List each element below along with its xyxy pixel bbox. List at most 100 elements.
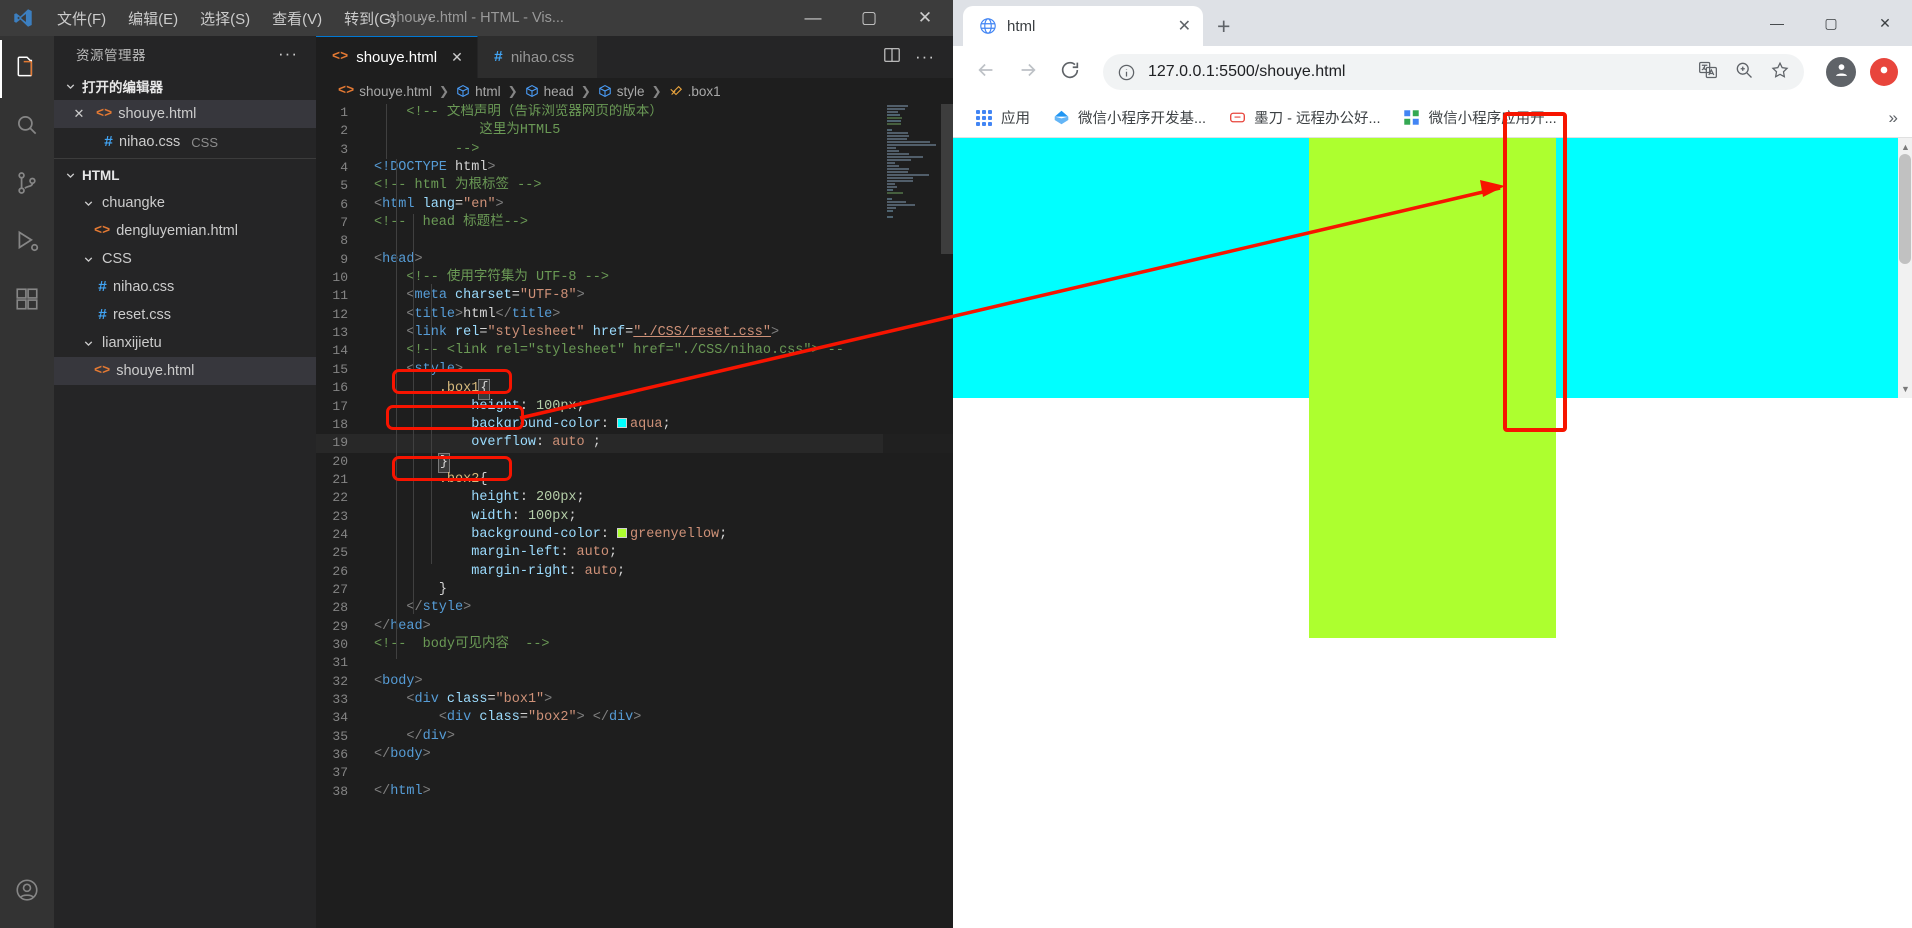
tab-shouye-html[interactable]: <> shouye.html ✕ [316,36,478,78]
code-line[interactable]: 6 <html lang="en"> [316,196,953,214]
line-text[interactable]: .box2{ [374,471,953,489]
chrome-tab-html[interactable]: html ✕ [963,6,1203,46]
split-editor-icon[interactable] [883,46,901,69]
code-line[interactable]: 26 margin-right: auto; [316,563,953,581]
line-text[interactable]: <div class="box1"> [374,691,953,709]
code-content[interactable]: 1 <!-- 文档声明（告诉浏览器网页的版本） 2 这里为HTML5 3 --> 4 <… [316,104,953,801]
bookmark-modao[interactable]: 墨刀 - 远程办公好... [1220,102,1388,133]
tree-file-reset-css[interactable]: # reset.css [54,301,316,329]
code-line[interactable]: 12 <title>html</title> [316,306,953,324]
breadcrumb-head[interactable]: head [544,84,574,99]
line-text[interactable]: } [374,452,953,473]
line-text[interactable] [374,654,953,672]
line-text[interactable]: </body> [374,746,953,764]
tree-file-dengluyemian-html[interactable]: <> dengluyemian.html [54,217,316,245]
bookmark-wechat-app[interactable]: 微信小程序应用开... [1395,102,1565,133]
line-text[interactable]: background-color: aqua; [374,416,953,434]
code-editor[interactable]: 1 <!-- 文档声明（告诉浏览器网页的版本） 2 这里为HTML5 3 --> 4 <… [316,104,953,928]
line-text[interactable]: --> [374,141,953,159]
open-editor-nihao-css[interactable]: # nihao.css CSS [54,128,316,156]
tree-folder-lianxijietu[interactable]: lianxijietu [54,329,316,357]
tree-folder-css[interactable]: CSS [54,245,316,273]
code-line[interactable]: 2 这里为HTML5 [316,122,953,140]
line-text[interactable]: </head> [374,618,953,636]
menu-file[interactable]: 文件(F) [46,5,117,32]
back-button[interactable] [967,53,1005,91]
tree-file-shouye-html[interactable]: <> shouye.html [54,357,316,385]
vscode-close-button[interactable]: ✕ [897,0,953,36]
line-text[interactable]: 这里为HTML5 [374,122,953,140]
code-line[interactable]: 28 </style> [316,599,953,617]
extension-button[interactable] [1870,58,1898,86]
line-text[interactable]: <meta charset="UTF-8"> [374,287,953,305]
reload-button[interactable] [1051,53,1089,91]
menu-selection[interactable]: 选择(S) [189,5,261,32]
line-text[interactable]: <!-- <link rel="stylesheet" href="./CSS/… [374,342,953,360]
code-line[interactable]: 30 <!-- body可见内容 --> [316,636,953,654]
tree-folder-chuangke[interactable]: chuangke [54,189,316,217]
code-line[interactable]: 15 <style> [316,361,953,379]
line-text[interactable]: overflow: auto ; [374,434,953,452]
translate-icon[interactable] [1698,60,1718,85]
close-icon[interactable]: ✕ [1178,16,1191,36]
page-scrollbar-thumb[interactable] [1899,154,1911,264]
line-text[interactable]: <style> [374,361,953,379]
breadcrumb-style[interactable]: style [617,84,645,99]
scroll-up-arrow-icon[interactable]: ▲ [1901,142,1910,152]
new-tab-button[interactable]: + [1217,13,1230,40]
menu-more[interactable]: ··· [407,7,444,30]
page-scrollbar[interactable]: ▲ ▼ [1898,138,1912,398]
vscode-menubar[interactable]: 文件(F) 编辑(E) 选择(S) 查看(V) 转到(G) ··· [46,5,444,32]
activitybar-source-control[interactable] [0,156,54,214]
code-line[interactable]: 23 width: 100px; [316,508,953,526]
code-line[interactable]: 13 <link rel="stylesheet" href="./CSS/re… [316,324,953,342]
code-line[interactable]: 37 [316,764,953,782]
page-viewport[interactable]: ▲ ▼ [953,138,1912,928]
line-text[interactable]: </html> [374,783,953,801]
open-editor-shouye-html[interactable]: ✕ <> shouye.html [54,100,316,128]
line-text[interactable]: </style> [374,599,953,617]
close-icon[interactable]: ✕ [451,49,463,66]
line-text[interactable]: width: 100px; [374,508,953,526]
code-line[interactable]: 31 [316,654,953,672]
line-text[interactable]: <!-- head 标题栏--> [374,214,953,232]
url-text[interactable]: 127.0.0.1:5500/shouye.html [1148,63,1345,81]
line-text[interactable]: <body> [374,673,953,691]
tab-nihao-css[interactable]: # nihao.css [477,36,598,78]
vscode-maximize-button[interactable]: ▢ [841,0,897,36]
code-line[interactable]: 25 margin-left: auto; [316,544,953,562]
line-text[interactable]: margin-right: auto; [374,563,953,581]
code-line[interactable]: 22 height: 200px; [316,489,953,507]
chrome-close-button[interactable]: ✕ [1858,0,1912,46]
section-open-editors[interactable]: 打开的编辑器 [54,72,316,100]
code-line[interactable]: 10 <!-- 使用字符集为 UTF-8 --> [316,269,953,287]
code-line[interactable]: 11 <meta charset="UTF-8"> [316,287,953,305]
code-line[interactable]: 19 overflow: auto ; [316,434,953,453]
menu-edit[interactable]: 编辑(E) [117,5,189,32]
line-text[interactable]: </div> [374,728,953,746]
chrome-minimize-button[interactable]: — [1750,0,1804,46]
code-line[interactable]: 21 .box2{ [316,471,953,489]
breadcrumb-box1[interactable]: .box1 [688,84,721,99]
code-line[interactable]: 29 </head> [316,618,953,636]
close-icon[interactable]: ✕ [68,106,90,122]
code-line[interactable]: 5 <!-- html 为根标签 --> [316,177,953,195]
code-line[interactable]: 20 } [316,452,953,473]
line-text[interactable]: background-color: greenyellow; [374,526,953,544]
bookmark-apps[interactable]: 应用 [967,102,1038,133]
breadcrumb-file[interactable]: shouye.html [359,84,432,99]
code-line[interactable]: 34 <div class="box2"> </div> [316,709,953,727]
activitybar-run-debug[interactable] [0,214,54,272]
line-text[interactable] [374,764,953,782]
code-line[interactable]: 3 --> [316,141,953,159]
activitybar-extensions[interactable] [0,272,54,330]
editor-scrollbar-thumb[interactable] [941,104,953,254]
code-line[interactable]: 14 <!-- <link rel="stylesheet" href="./C… [316,342,953,360]
forward-button[interactable] [1009,53,1047,91]
line-text[interactable]: <!-- html 为根标签 --> [374,177,953,195]
line-text[interactable] [374,232,953,250]
scroll-down-arrow-icon[interactable]: ▼ [1901,384,1910,394]
code-line[interactable]: 33 <div class="box1"> [316,691,953,709]
code-line[interactable]: 1 <!-- 文档声明（告诉浏览器网页的版本） [316,104,953,122]
breadcrumb-html[interactable]: html [475,84,501,99]
